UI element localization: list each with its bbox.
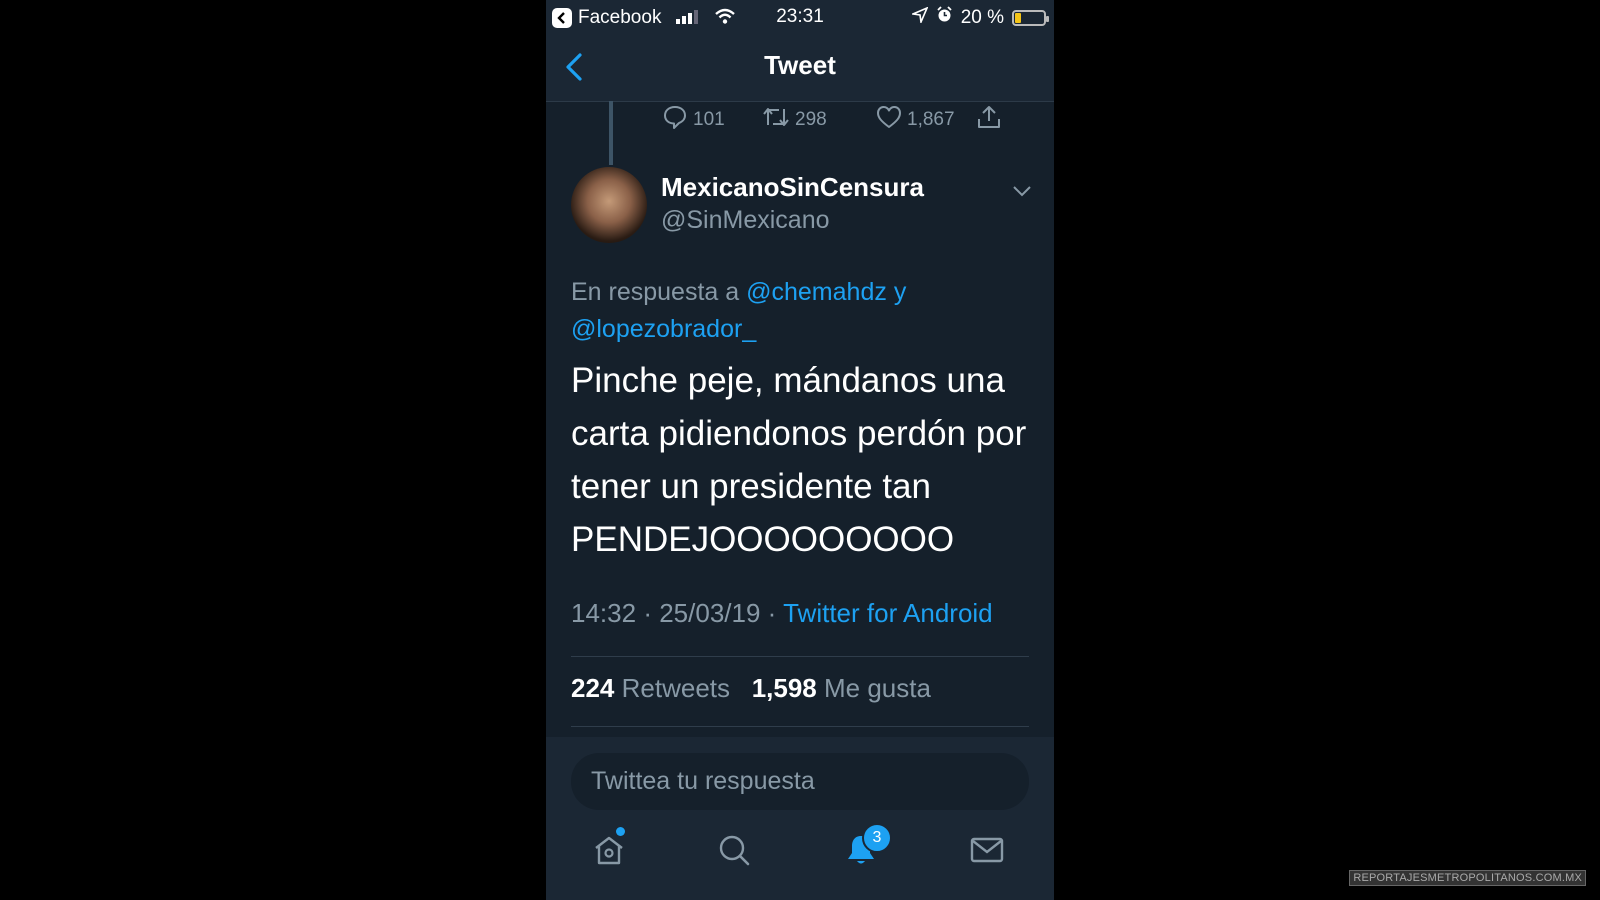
- retweet-action[interactable]: 298: [762, 105, 876, 135]
- tab-notifications[interactable]: 3: [844, 823, 892, 872]
- location-icon: [909, 5, 929, 29]
- mention-link-2[interactable]: @lopezobrador_: [571, 315, 756, 343]
- reply-input[interactable]: [571, 753, 1029, 810]
- tab-messages[interactable]: [970, 833, 1004, 872]
- divider: [571, 726, 1029, 727]
- tweet-text: Pinche peje, mándanos una carta pidiendo…: [571, 361, 1027, 559]
- heart-icon: [876, 105, 902, 135]
- author-name[interactable]: MexicanoSinCensura: [661, 172, 924, 203]
- reply-icon: [662, 104, 688, 136]
- retweets-stat[interactable]: 224 Retweets: [571, 673, 730, 703]
- mention-conjunction: y: [893, 278, 907, 306]
- thread-connector-line: [609, 101, 613, 165]
- retweets-count: 224: [571, 673, 615, 703]
- like-action[interactable]: 1,867: [876, 105, 976, 135]
- author-avatar[interactable]: [571, 167, 647, 243]
- chevron-down-icon[interactable]: [1012, 184, 1032, 202]
- likes-label: Me gusta: [824, 673, 931, 703]
- retweets-label: Retweets: [621, 673, 731, 703]
- meta-separator: ·: [643, 598, 652, 628]
- watermark: REPORTAJESMETROPOLITANOS.COM.MX: [1349, 870, 1586, 886]
- search-icon: [717, 835, 751, 871]
- tweet-date: 25/03/19: [659, 598, 761, 628]
- likes-stat[interactable]: 1,598 Me gusta: [752, 673, 931, 703]
- reply-context: En respuesta a @chemahdz y @lopezobrador…: [571, 274, 1031, 348]
- home-icon: [592, 836, 626, 871]
- status-bar: Facebook 23:31 20 %: [546, 0, 1054, 34]
- tab-bar: 3: [546, 823, 1054, 887]
- reply-prefix: En respuesta a: [571, 278, 740, 306]
- reply-action[interactable]: 101: [662, 104, 762, 136]
- reply-count: 101: [693, 109, 725, 130]
- previous-tweet-actions: 101 298 1,867: [662, 104, 1002, 136]
- tweet-stats: 224 Retweets 1,598 Me gusta: [571, 673, 931, 704]
- author-handle[interactable]: @SinMexicano: [661, 206, 830, 235]
- navigation-bar: Tweet: [546, 34, 1054, 102]
- battery-icon: [1012, 9, 1049, 26]
- tab-search[interactable]: [717, 833, 751, 872]
- battery-percent: 20 %: [960, 6, 1004, 28]
- tweet-source-link[interactable]: Twitter for Android: [783, 598, 993, 628]
- tweet-time: 14:32: [571, 598, 637, 628]
- mention-link-1[interactable]: @chemahdz: [746, 278, 887, 306]
- retweet-count: 298: [795, 109, 827, 130]
- likes-total: 1,598: [751, 673, 817, 703]
- reply-bar: 3: [546, 737, 1054, 900]
- divider: [571, 656, 1029, 657]
- notifications-badge: 3: [862, 823, 892, 853]
- page-title: Tweet: [764, 50, 836, 80]
- bell-icon: [844, 836, 878, 871]
- meta-separator: ·: [767, 598, 777, 628]
- home-new-dot: [616, 827, 625, 836]
- mail-icon: [970, 837, 1004, 871]
- tweet-meta: 14:32 · 25/03/19 · Twitter for Android: [571, 598, 993, 629]
- phone-screen: Facebook 23:31 20 % Tweet 101 298 1,867 …: [546, 0, 1054, 900]
- share-action[interactable]: [976, 104, 1002, 136]
- tab-home[interactable]: [592, 827, 626, 872]
- retweet-icon: [762, 105, 790, 135]
- share-icon: [976, 104, 1002, 136]
- like-count: 1,867: [907, 109, 955, 130]
- alarm-icon: [936, 6, 953, 29]
